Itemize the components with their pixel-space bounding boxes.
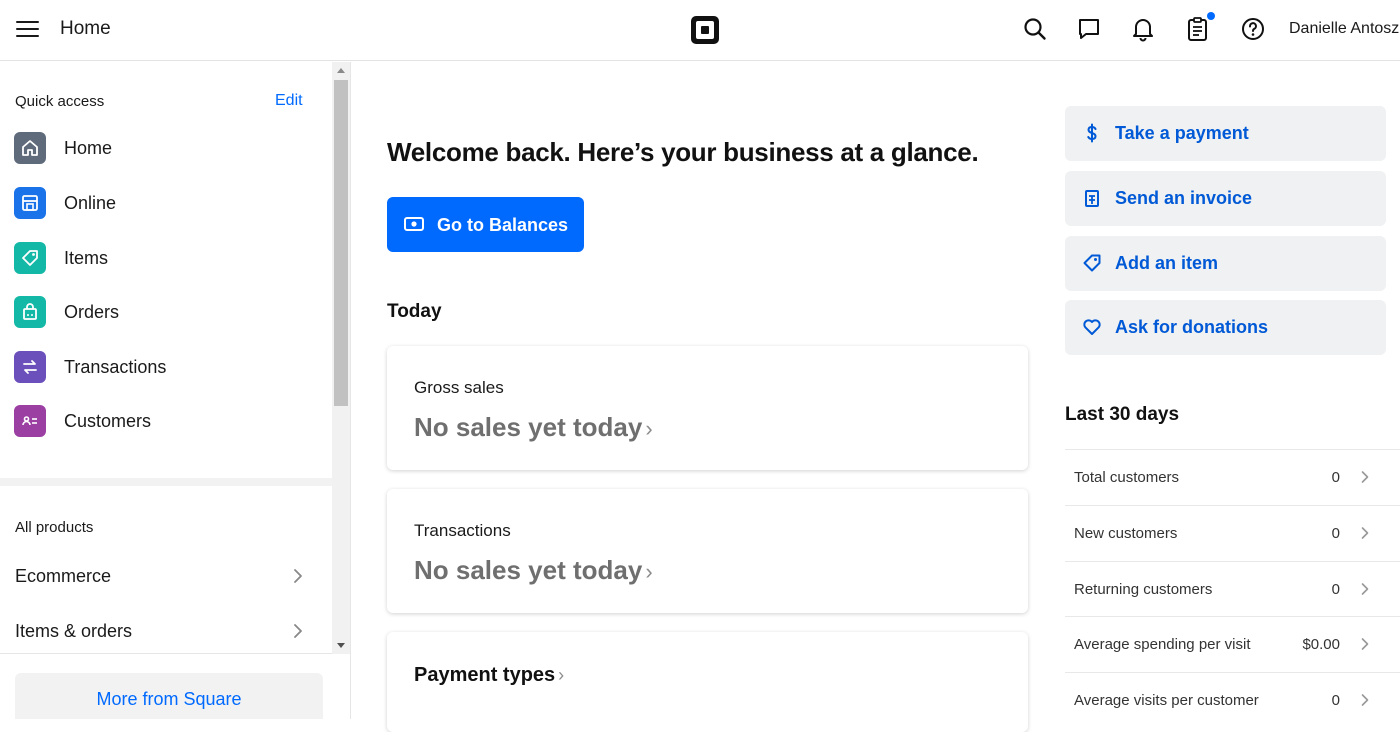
stat-row-total-customers[interactable]: Total customers 0: [1065, 449, 1400, 505]
chevron-right-icon: [294, 569, 302, 583]
sidebar-item-label: Items: [64, 248, 109, 268]
cash-icon: [404, 217, 424, 231]
stat-value: 0: [1331, 692, 1340, 709]
go-to-balances-button[interactable]: Go to Balances: [387, 197, 584, 252]
tag-icon: [14, 242, 46, 274]
sidebar-item-label: Items & orders: [15, 621, 133, 641]
today-heading: Today: [387, 301, 442, 322]
card-value: No sales yet today ›: [414, 555, 653, 585]
sidebar-item-items[interactable]: Items: [14, 238, 314, 278]
sidebar-item-label: Home: [64, 138, 113, 158]
sidebar-divider: [350, 62, 351, 719]
stat-row-average-spending[interactable]: Average spending per visit $0.00: [1065, 616, 1400, 672]
card-title: Payment types ›: [414, 664, 565, 686]
section-divider: [0, 478, 332, 486]
card-value: No sales yet today ›: [414, 412, 653, 442]
sidebar: Quick access Edit Home Online Items Orde…: [0, 62, 332, 719]
edit-quick-access-link[interactable]: Edit: [275, 92, 303, 110]
stat-label: Returning customers: [1074, 581, 1213, 598]
add-item-button[interactable]: Add an item: [1065, 236, 1386, 291]
card-label: Transactions: [414, 521, 511, 540]
stat-value: 0: [1331, 525, 1340, 542]
help-icon[interactable]: [1240, 16, 1266, 42]
page-title: Home: [60, 18, 111, 39]
user-name[interactable]: Danielle Antosz: [1289, 20, 1399, 38]
stat-value: $0.00: [1302, 636, 1340, 653]
last-30-days-heading: Last 30 days: [1065, 404, 1180, 425]
chevron-right-icon: ›: [558, 665, 565, 685]
top-bar: Home Danielle Antosz: [0, 0, 1400, 61]
card-label: Gross sales: [414, 378, 504, 397]
notification-dot: [1207, 12, 1215, 20]
storefront-icon: [14, 187, 46, 219]
take-payment-button[interactable]: Take a payment: [1065, 106, 1386, 161]
stat-label: Average spending per visit: [1074, 636, 1251, 653]
stat-row-new-customers[interactable]: New customers 0: [1065, 505, 1400, 561]
sidebar-item-label: Ecommerce: [15, 566, 112, 586]
send-invoice-button[interactable]: Send an invoice: [1065, 171, 1386, 226]
square-logo-icon[interactable]: [690, 15, 720, 45]
invoice-icon: [1085, 190, 1099, 207]
tag-icon: [1083, 254, 1101, 272]
stat-label: New customers: [1074, 525, 1178, 542]
chevron-right-icon: [294, 624, 302, 638]
action-label: Add an item: [1115, 253, 1219, 273]
more-from-square-button[interactable]: More from Square: [15, 673, 323, 719]
chevron-right-icon: [1361, 471, 1369, 483]
messages-icon[interactable]: [1076, 16, 1102, 42]
transactions-card[interactable]: Transactions No sales yet today ›: [387, 489, 1028, 613]
payment-types-card[interactable]: Payment types ›: [387, 632, 1028, 732]
sidebar-footer-divider: [0, 653, 332, 654]
stat-label: Total customers: [1074, 469, 1180, 486]
sidebar-scrollbar[interactable]: [332, 62, 350, 654]
chevron-right-icon: [1361, 583, 1369, 595]
contact-card-icon: [14, 405, 46, 437]
sidebar-item-label: Online: [64, 193, 117, 213]
scrollbar-thumb[interactable]: [334, 80, 348, 406]
action-label: Take a payment: [1115, 123, 1249, 143]
action-label: Send an invoice: [1115, 188, 1253, 208]
dollar-icon: [1087, 123, 1097, 143]
bell-icon[interactable]: [1130, 16, 1156, 42]
scroll-up-arrow-icon[interactable]: [337, 68, 345, 73]
home-icon: [14, 132, 46, 164]
sidebar-item-home[interactable]: Home: [14, 128, 314, 168]
stat-row-returning-customers[interactable]: Returning customers 0: [1065, 561, 1400, 617]
quick-access-label: Quick access: [15, 93, 105, 110]
hamburger-menu-icon[interactable]: [16, 19, 40, 39]
heart-icon: [1083, 319, 1101, 335]
chevron-right-icon: [1361, 694, 1369, 706]
sidebar-item-ecommerce[interactable]: Ecommerce: [15, 562, 310, 592]
search-icon[interactable]: [1022, 16, 1048, 42]
welcome-heading: Welcome back. Here’s your business at a …: [387, 137, 979, 167]
clipboard-list-icon[interactable]: [1185, 16, 1211, 42]
stat-label: Average visits per customer: [1074, 692, 1259, 709]
sidebar-item-orders[interactable]: Orders: [14, 292, 314, 332]
chevron-right-icon: ›: [645, 416, 653, 441]
shopping-bag-icon: [14, 296, 46, 328]
chevron-right-icon: [1361, 527, 1369, 539]
sidebar-item-items-orders[interactable]: Items & orders: [15, 617, 310, 647]
gross-sales-card[interactable]: Gross sales No sales yet today ›: [387, 346, 1028, 470]
sidebar-item-transactions[interactable]: Transactions: [14, 347, 314, 387]
stat-row-average-visits[interactable]: Average visits per customer 0: [1065, 672, 1400, 719]
sidebar-item-label: Customers: [64, 411, 152, 431]
chevron-right-icon: ›: [645, 559, 653, 584]
swap-arrows-icon: [14, 351, 46, 383]
sidebar-item-online[interactable]: Online: [14, 183, 314, 223]
sidebar-item-label: Transactions: [64, 357, 167, 377]
all-products-label: All products: [15, 519, 94, 536]
sidebar-item-customers[interactable]: Customers: [14, 401, 314, 441]
stat-value: 0: [1331, 469, 1340, 486]
balances-button-label: Go to Balances: [437, 215, 569, 235]
sidebar-item-label: Orders: [64, 302, 120, 322]
action-label: Ask for donations: [1115, 317, 1269, 337]
chevron-right-icon: [1361, 638, 1369, 650]
ask-donations-button[interactable]: Ask for donations: [1065, 300, 1386, 355]
stat-value: 0: [1331, 581, 1340, 598]
scroll-down-arrow-icon[interactable]: [337, 643, 345, 648]
